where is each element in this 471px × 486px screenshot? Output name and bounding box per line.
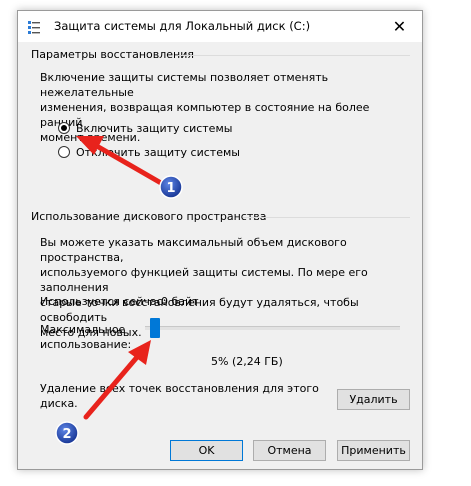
cancel-button[interactable]: Отмена <box>253 440 326 461</box>
enable-protection-label: Включить защиту системы <box>76 121 233 135</box>
delete-button[interactable]: Удалить <box>337 389 410 410</box>
radio-selected-icon <box>58 122 70 134</box>
ok-button[interactable]: OK <box>170 440 243 461</box>
delete-description-line: диска. <box>40 397 78 410</box>
close-icon: ✕ <box>392 17 407 36</box>
title-bar: Защита системы для Локальный диск (C:) ✕ <box>18 11 422 42</box>
disk-usage-description-line: используемого функцией защиты системы. П… <box>40 266 368 294</box>
close-button[interactable]: ✕ <box>377 11 422 42</box>
disk-usage-description-line: Вы можете указать максимальный объем дис… <box>40 236 347 264</box>
enable-protection-radio[interactable]: Включить защиту системы <box>58 120 232 136</box>
apply-button[interactable]: Применить <box>337 440 410 461</box>
disk-usage-header: Использование дискового пространства <box>31 210 267 223</box>
max-usage-label-line: Максимальное <box>40 323 126 336</box>
slider-value-text: 5% (2,24 ГБ) <box>211 355 283 368</box>
current-usage-label: Используется сейчас: <box>40 295 167 308</box>
restore-settings-header: Параметры восстановления <box>31 48 194 61</box>
delete-description-line: Удаление всех точек восстановления для э… <box>40 382 319 395</box>
disable-protection-label: Отключить защиту системы <box>76 145 240 159</box>
max-usage-slider-track[interactable] <box>145 326 400 330</box>
restore-description-line: Включение защиты системы позволяет отмен… <box>40 71 329 99</box>
max-usage-slider-thumb[interactable] <box>150 318 160 338</box>
radio-unselected-icon <box>58 146 70 158</box>
system-protection-icon <box>28 21 40 34</box>
delete-description: Удаление всех точек восстановления для э… <box>40 381 319 411</box>
disable-protection-radio[interactable]: Отключить защиту системы <box>58 144 240 160</box>
max-usage-label-line: использование: <box>40 338 132 351</box>
current-usage-value: 0 байт <box>161 295 199 308</box>
max-usage-label: Максимальное использование: <box>40 322 131 352</box>
section-divider <box>178 55 410 56</box>
section-divider <box>243 217 410 218</box>
window-title: Защита системы для Локальный диск (C:) <box>54 19 311 33</box>
